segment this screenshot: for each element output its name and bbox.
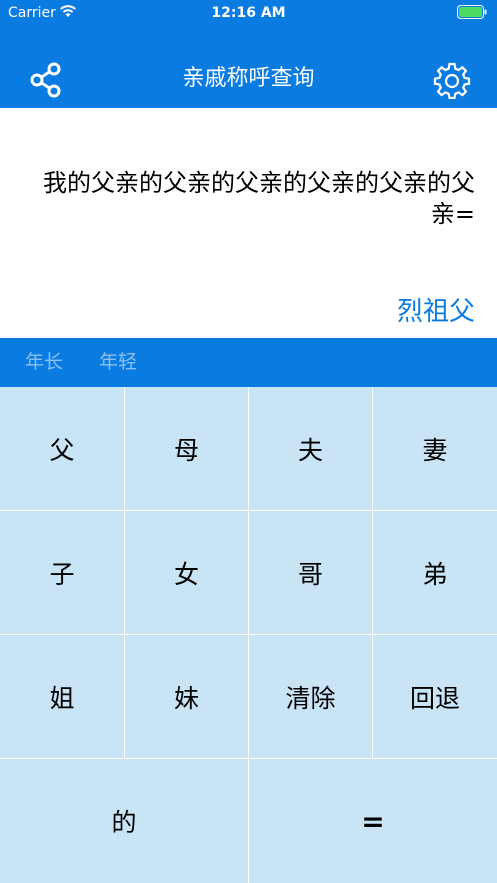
key-younger-sister[interactable]: 妹 bbox=[125, 635, 249, 759]
mode-bar: 年长 年轻 bbox=[0, 338, 497, 387]
key-daughter[interactable]: 女 bbox=[125, 511, 249, 635]
nav-bar: 亲戚称呼查询 bbox=[0, 26, 497, 108]
younger-toggle[interactable]: 年轻 bbox=[99, 350, 137, 374]
page-title: 亲戚称呼查询 bbox=[182, 66, 315, 91]
status-time: 12:16 AM bbox=[211, 5, 286, 21]
status-bar: Carrier 12:16 AM bbox=[0, 0, 497, 26]
gear-icon[interactable] bbox=[433, 61, 471, 99]
key-of[interactable]: 的 bbox=[0, 759, 249, 883]
keypad: 父 母 夫 妻 子 女 哥 弟 姐 妹 清除 回退 的 = bbox=[0, 387, 497, 883]
battery-icon bbox=[457, 5, 487, 19]
equals-button[interactable]: = bbox=[249, 759, 497, 883]
key-younger-brother[interactable]: 弟 bbox=[373, 511, 497, 635]
backspace-button[interactable]: 回退 bbox=[373, 635, 497, 759]
expression-text: 我的父亲的父亲的父亲的父亲的父亲的父亲= bbox=[43, 169, 475, 228]
key-mother[interactable]: 母 bbox=[125, 387, 249, 511]
clear-button[interactable]: 清除 bbox=[249, 635, 373, 759]
key-wife[interactable]: 妻 bbox=[373, 387, 497, 511]
display-area: 我的父亲的父亲的父亲的父亲的父亲的父亲= 烈祖父 bbox=[0, 108, 497, 338]
key-elder-brother[interactable]: 哥 bbox=[249, 511, 373, 635]
key-son[interactable]: 子 bbox=[0, 511, 125, 635]
key-husband[interactable]: 夫 bbox=[249, 387, 373, 511]
elder-toggle[interactable]: 年长 bbox=[25, 350, 63, 374]
key-father[interactable]: 父 bbox=[0, 387, 125, 511]
key-elder-sister[interactable]: 姐 bbox=[0, 635, 125, 759]
result-text: 烈祖父 bbox=[396, 297, 475, 327]
